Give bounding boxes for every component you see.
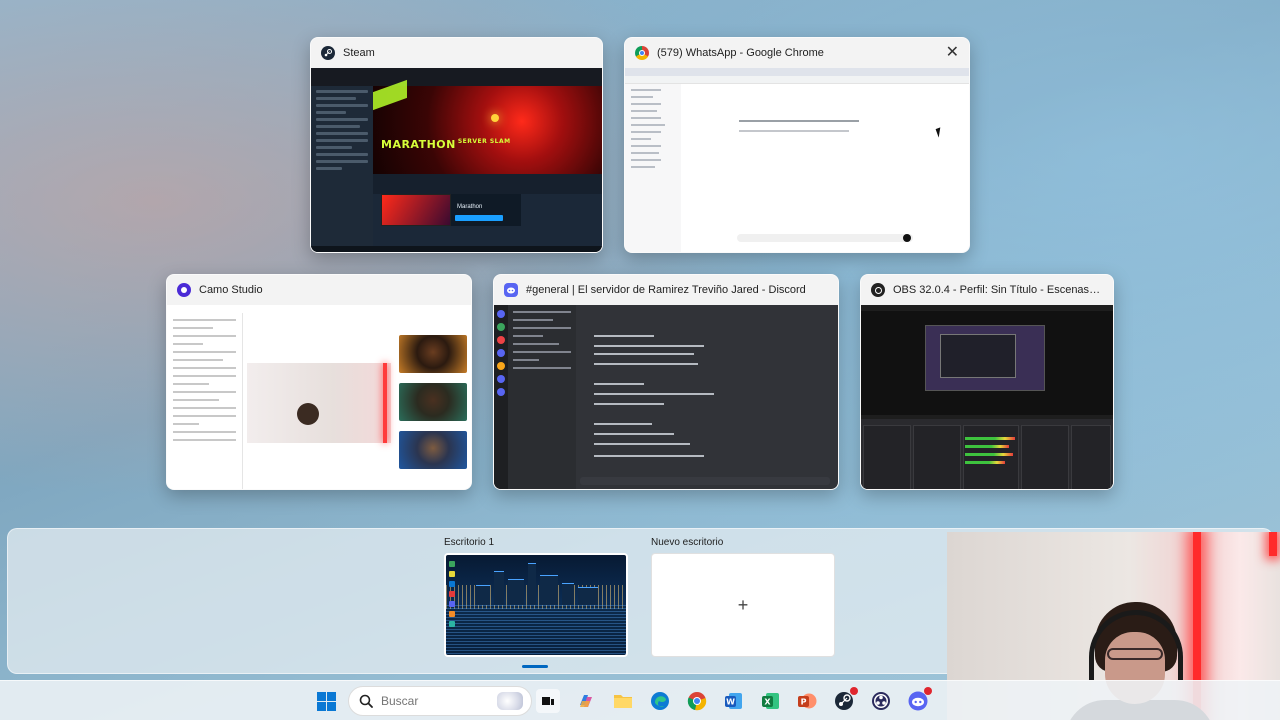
window-steam[interactable]: Steam MARATHON SERVER SLAM Marathon bbox=[310, 37, 603, 253]
edge-icon bbox=[651, 692, 669, 710]
discord-button[interactable] bbox=[906, 687, 932, 713]
discord-message-input bbox=[580, 477, 830, 485]
chrome-icon bbox=[687, 692, 707, 711]
svg-text:P: P bbox=[801, 698, 807, 707]
camo-settings-panel bbox=[167, 313, 243, 489]
window-preview: MARATHON SERVER SLAM Marathon bbox=[311, 68, 602, 252]
new-desktop-button[interactable]: + bbox=[651, 553, 835, 657]
browser-address-bar bbox=[625, 76, 969, 84]
browser-tabstrip bbox=[625, 68, 969, 76]
svg-text:X: X bbox=[764, 698, 771, 707]
word-button[interactable]: W bbox=[722, 689, 746, 713]
window-titlebar: #general | El servidor de Ramirez Treviñ… bbox=[494, 275, 838, 305]
excel-button[interactable]: X bbox=[759, 689, 783, 713]
discord-icon bbox=[504, 283, 518, 297]
steam-button[interactable] bbox=[832, 687, 858, 713]
steam-info-strip bbox=[373, 174, 602, 194]
copilot-icon bbox=[580, 695, 592, 707]
excel-icon: X bbox=[762, 693, 779, 709]
window-title: OBS 32.0.4 - Perfil: Sin Título - Escena… bbox=[893, 284, 1103, 296]
mouse-cursor-icon bbox=[935, 127, 944, 138]
file-explorer-button[interactable] bbox=[611, 689, 635, 713]
camo-camera-feed bbox=[247, 363, 391, 443]
camo-background-thumb bbox=[399, 431, 467, 469]
new-desktop[interactable]: Nuevo escritorio + bbox=[651, 537, 835, 657]
window-titlebar: (579) WhatsApp - Google Chrome ✕ bbox=[625, 38, 969, 68]
obs-button[interactable] bbox=[869, 689, 893, 713]
task-view-button[interactable] bbox=[536, 689, 560, 713]
chat-input bbox=[737, 234, 913, 242]
active-desktop-indicator bbox=[522, 665, 548, 668]
window-preview bbox=[861, 305, 1113, 489]
task-view-icon bbox=[542, 697, 554, 705]
steam-nav bbox=[311, 68, 602, 86]
window-title: Steam bbox=[343, 47, 375, 59]
camo-background-thumb bbox=[399, 335, 467, 373]
svg-text:W: W bbox=[726, 698, 735, 707]
window-chrome[interactable]: (579) WhatsApp - Google Chrome ✕ bbox=[624, 37, 970, 253]
camo-background-thumb bbox=[399, 383, 467, 421]
desktop-label: Escritorio 1 bbox=[444, 537, 495, 548]
window-titlebar: OBS 32.0.4 - Perfil: Sin Título - Escena… bbox=[861, 275, 1113, 305]
window-obs[interactable]: OBS 32.0.4 - Perfil: Sin Título - Escena… bbox=[860, 274, 1114, 490]
notification-badge bbox=[924, 687, 932, 695]
steam-footer bbox=[311, 246, 602, 252]
powerpoint-button[interactable]: P bbox=[795, 689, 819, 713]
discord-server-list bbox=[494, 305, 508, 489]
obs-preview bbox=[861, 311, 1113, 415]
taskbar-search[interactable] bbox=[348, 686, 532, 716]
steam-game-card: Marathon bbox=[451, 194, 521, 226]
discord-channel-list bbox=[508, 305, 576, 489]
search-icon bbox=[359, 694, 373, 708]
folder-icon bbox=[614, 695, 632, 708]
window-titlebar: Camo Studio bbox=[167, 275, 471, 305]
steam-hero-logo: MARATHON SERVER SLAM bbox=[381, 138, 511, 151]
close-window-icon[interactable]: ✕ bbox=[946, 45, 959, 61]
word-icon: W bbox=[725, 693, 742, 709]
window-preview bbox=[167, 305, 471, 489]
window-preview bbox=[625, 68, 969, 252]
chat-sidebar bbox=[625, 84, 681, 252]
window-title: (579) WhatsApp - Google Chrome bbox=[657, 47, 824, 59]
obs-icon bbox=[871, 283, 885, 297]
search-input[interactable] bbox=[381, 694, 491, 708]
powerpoint-icon: P bbox=[798, 693, 817, 709]
window-title: Camo Studio bbox=[199, 284, 263, 296]
start-button[interactable] bbox=[314, 689, 338, 713]
chrome-icon bbox=[635, 46, 649, 60]
send-icon bbox=[903, 234, 911, 242]
window-preview bbox=[494, 305, 838, 489]
search-highlight-icon bbox=[497, 692, 523, 710]
window-camo-studio[interactable]: Camo Studio bbox=[166, 274, 472, 490]
notification-badge bbox=[850, 687, 858, 695]
desktop-1[interactable]: Escritorio 1 bbox=[444, 537, 628, 657]
taskbar: W X P bbox=[0, 680, 1280, 720]
steam-library-sidebar bbox=[311, 86, 373, 252]
steam-game-art bbox=[381, 194, 451, 226]
desktop-thumbnail[interactable] bbox=[444, 553, 628, 657]
chat-message bbox=[739, 120, 859, 122]
windows-logo-icon bbox=[316, 691, 336, 711]
copilot-button[interactable] bbox=[574, 689, 598, 713]
steam-game-name: Marathon bbox=[457, 204, 483, 210]
chat-message bbox=[739, 130, 849, 132]
obs-docks bbox=[861, 419, 1113, 489]
obs-icon bbox=[872, 692, 890, 710]
steam-icon bbox=[321, 46, 335, 60]
window-title: #general | El servidor de Ramirez Treviñ… bbox=[526, 284, 806, 296]
chrome-button[interactable] bbox=[685, 689, 709, 713]
camo-icon bbox=[177, 283, 191, 297]
steam-store-button bbox=[455, 215, 503, 221]
plus-icon: + bbox=[737, 594, 749, 615]
steam-hero-banner: MARATHON SERVER SLAM bbox=[373, 79, 602, 174]
desktop-label: Nuevo escritorio bbox=[651, 537, 724, 548]
window-titlebar: Steam bbox=[311, 38, 602, 68]
window-discord[interactable]: #general | El servidor de Ramirez Treviñ… bbox=[493, 274, 839, 490]
edge-button[interactable] bbox=[648, 689, 672, 713]
